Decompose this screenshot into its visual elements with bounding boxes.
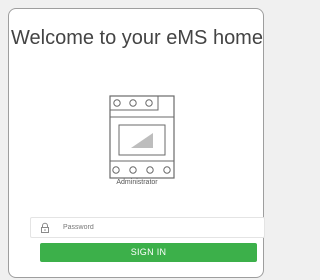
welcome-title: Welcome to your eMS home (11, 27, 263, 49)
password-field (30, 217, 265, 238)
energy-meter-icon (109, 95, 175, 179)
lock-icon (41, 222, 49, 233)
sign-in-button[interactable]: SIGN IN (40, 243, 257, 262)
password-input[interactable] (63, 219, 253, 236)
login-card: Welcome to your eMS home Administrator S… (8, 8, 265, 278)
user-role-label: Administrator (116, 179, 158, 186)
